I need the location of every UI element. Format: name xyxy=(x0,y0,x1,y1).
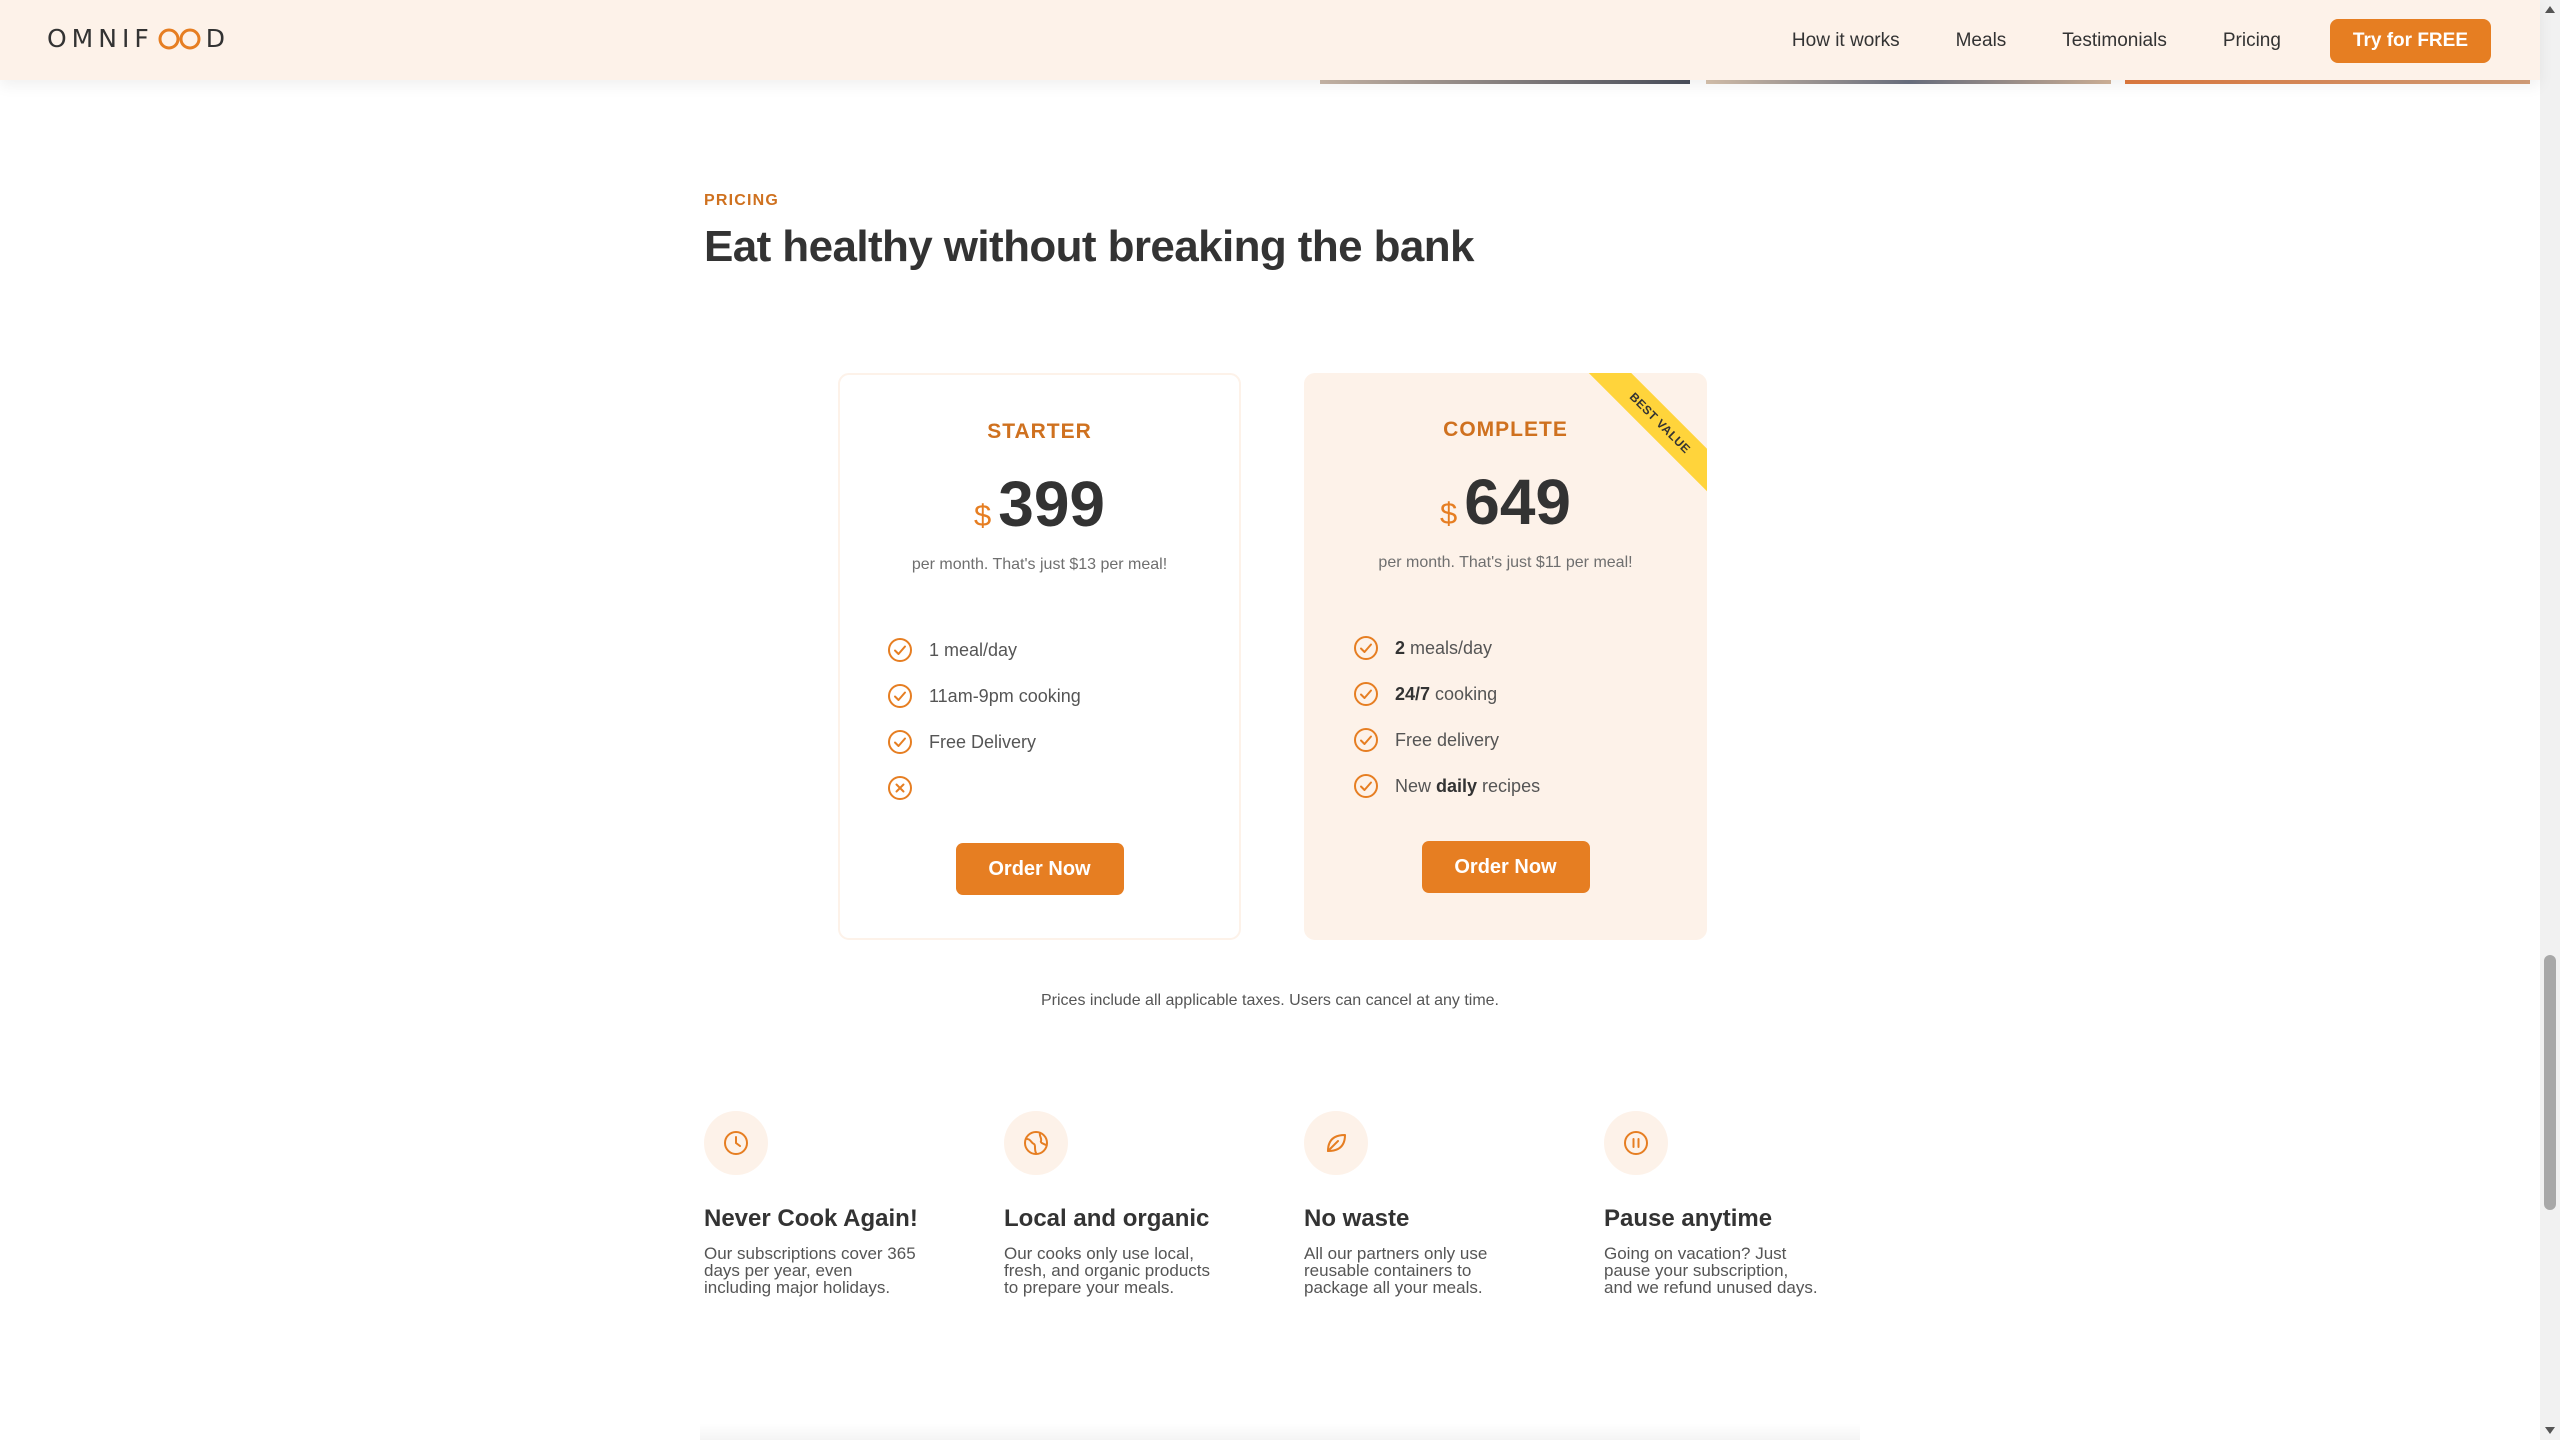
plan-price: $ 649 xyxy=(1304,465,1707,539)
feature-text-line: reusable containers to xyxy=(1304,1261,1472,1280)
logo[interactable]: OMNIF D xyxy=(47,24,230,53)
currency-symbol: $ xyxy=(973,498,992,533)
nav-link-pricing[interactable]: Pricing xyxy=(2223,30,2281,52)
list-item: 11am-9pm cooking xyxy=(886,673,1081,719)
list-item: 2 meals/day xyxy=(1352,625,1540,671)
logo-infinity-icon xyxy=(157,27,203,51)
plan-feature-list: 1 meal/day 11am-9pm cooking Free Deliver… xyxy=(886,627,1081,811)
close-circle-icon xyxy=(886,774,914,802)
feature-text: All our partners only use reusable conta… xyxy=(1304,1245,1544,1296)
feature-text-line: to prepare your meals. xyxy=(1004,1278,1175,1297)
nav-link-testimonials[interactable]: Testimonials xyxy=(2062,30,2167,52)
clock-icon xyxy=(704,1111,768,1175)
scroll-down-arrow-icon[interactable] xyxy=(2545,1427,2555,1434)
section-heading: Eat healthy without breaking the bank xyxy=(704,222,1475,271)
feature-text-line: Our subscriptions cover 365 xyxy=(704,1244,916,1263)
check-circle-icon xyxy=(886,636,914,664)
feature-title: No waste xyxy=(1304,1205,1410,1232)
feature-text: Our cooks only use local, fresh, and org… xyxy=(1004,1245,1244,1296)
scrollbar-thumb[interactable] xyxy=(2544,955,2556,1210)
price-amount: 399 xyxy=(998,468,1106,540)
scroll-up-arrow-icon[interactable] xyxy=(2545,6,2555,13)
plan-price: $ 399 xyxy=(840,467,1239,541)
check-circle-icon xyxy=(886,728,914,756)
leaf-icon xyxy=(1304,1111,1368,1175)
try-for-free-button[interactable]: Try for FREE xyxy=(2329,19,2491,63)
list-item: 1 meal/day xyxy=(886,627,1081,673)
plan-feature-list: 2 meals/day 24/7 cooking Free delivery N… xyxy=(1352,625,1540,809)
site-header: OMNIF D How it works Meals Testimonials … xyxy=(0,0,2540,80)
price-note: per month. That's just $11 per meal! xyxy=(1378,554,1633,571)
feature-text: Going on vacation? Just pause your subsc… xyxy=(1604,1245,1844,1296)
feature-highlight: 24/7 xyxy=(1395,683,1431,704)
feature-text-line: including major holidays. xyxy=(704,1278,891,1297)
feature-text: 24/7 cooking xyxy=(1395,684,1497,705)
feature-text-line: fresh, and organic products xyxy=(1004,1261,1211,1280)
feature-text: New daily recipes xyxy=(1395,776,1540,797)
check-circle-icon xyxy=(1352,680,1380,708)
feature-rest: recipes xyxy=(1477,775,1541,796)
next-section-edge xyxy=(700,1424,1860,1440)
feature-never-cook: Never Cook Again! Our subscriptions cove… xyxy=(704,1111,954,1296)
feature-highlight: 2 xyxy=(1395,637,1406,658)
price-amount: 649 xyxy=(1464,466,1572,538)
feature-local-organic: Local and organic Our cooks only use loc… xyxy=(1004,1111,1254,1296)
currency-symbol: $ xyxy=(1439,496,1458,531)
logo-prefix: OMNIF xyxy=(47,24,154,53)
page-scrollbar[interactable] xyxy=(2540,0,2560,1440)
globe-icon xyxy=(1004,1111,1068,1175)
plan-name: STARTER xyxy=(987,420,1092,443)
plan-name: COMPLETE xyxy=(1443,418,1568,441)
feature-title: Local and organic xyxy=(1004,1205,1210,1232)
feature-text: Our subscriptions cover 365 days per yea… xyxy=(704,1245,944,1296)
feature-text: 1 meal/day xyxy=(929,639,1018,660)
feature-text-line: Going on vacation? Just xyxy=(1604,1244,1787,1263)
feature-rest: cooking xyxy=(1430,683,1498,704)
list-item: Free delivery xyxy=(1352,717,1540,763)
logo-suffix: D xyxy=(205,24,230,53)
gallery-image-edge xyxy=(1706,80,2111,84)
list-item: Free Delivery xyxy=(886,719,1081,765)
plan-details-note: Prices include all applicable taxes. Use… xyxy=(1041,992,1499,1009)
feature-highlight: daily xyxy=(1436,775,1478,796)
nav-link-meals[interactable]: Meals xyxy=(1956,30,2007,52)
feature-title: Pause anytime xyxy=(1604,1205,1773,1232)
feature-pause-anytime: Pause anytime Going on vacation? Just pa… xyxy=(1604,1111,1854,1296)
price-note: per month. That's just $13 per meal! xyxy=(911,556,1168,573)
feature-text-line: package all your meals. xyxy=(1304,1278,1483,1297)
check-circle-icon xyxy=(1352,772,1380,800)
feature-text-line: Our cooks only use local, xyxy=(1004,1244,1194,1263)
check-circle-icon xyxy=(1352,634,1380,662)
pricing-plan-starter: STARTER $ 399 per month. That's just $13… xyxy=(838,373,1241,940)
feature-text-line: and we refund unused days. xyxy=(1604,1278,1818,1297)
order-now-button[interactable]: Order Now xyxy=(955,843,1124,895)
order-now-button[interactable]: Order Now xyxy=(1421,841,1590,893)
check-circle-icon xyxy=(1352,726,1380,754)
feature-no-waste: No waste All our partners only use reusa… xyxy=(1304,1111,1554,1296)
gallery-image-edge xyxy=(1320,80,1690,84)
check-circle-icon xyxy=(886,682,914,710)
feature-pre: New xyxy=(1395,775,1437,796)
feature-text: 2 meals/day xyxy=(1395,638,1492,659)
nav-link-how-it-works[interactable]: How it works xyxy=(1792,30,1900,52)
list-item xyxy=(886,765,1081,811)
list-item: 24/7 cooking xyxy=(1352,671,1540,717)
feature-text-line: All our partners only use xyxy=(1304,1244,1488,1263)
pricing-plan-complete: BEST VALUE COMPLETE $ 649 per month. Tha… xyxy=(1304,373,1707,940)
section-subheading: PRICING xyxy=(704,192,780,209)
pause-icon xyxy=(1604,1111,1668,1175)
main-nav: How it works Meals Testimonials Pricing … xyxy=(1736,19,2491,63)
feature-text: Free delivery xyxy=(1395,729,1500,750)
feature-text: Free Delivery xyxy=(929,731,1037,752)
feature-title: Never Cook Again! xyxy=(704,1205,918,1232)
feature-rest: meals/day xyxy=(1405,637,1493,658)
list-item: New daily recipes xyxy=(1352,763,1540,809)
gallery-image-edge xyxy=(2125,80,2530,84)
feature-text: 11am-9pm cooking xyxy=(929,685,1081,706)
feature-text-line: days per year, even xyxy=(704,1261,853,1280)
feature-text-line: pause your subscription, xyxy=(1604,1261,1789,1280)
